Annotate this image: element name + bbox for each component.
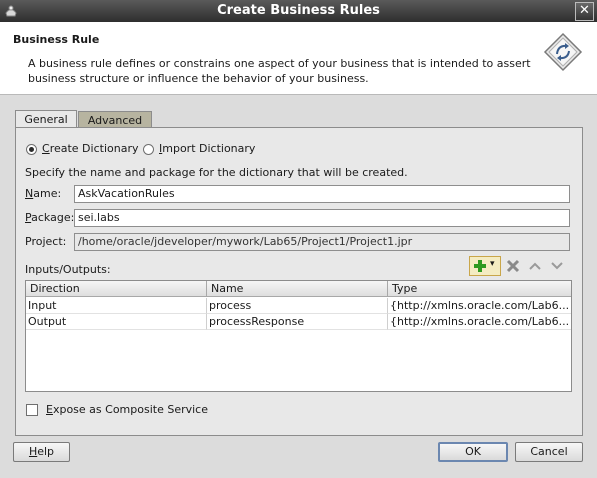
add-button[interactable]: ▾	[469, 256, 501, 276]
dialog-header: Business Rule A business rule defines or…	[0, 22, 597, 95]
table-cell-name[interactable]: processResponse	[207, 314, 388, 330]
close-icon[interactable]: ✕	[575, 2, 594, 21]
inputs-outputs-label: Inputs/Outputs:	[25, 263, 111, 276]
help-button-text: elp	[37, 445, 55, 458]
expose-composite-text: xpose as Composite Service	[52, 403, 208, 416]
table-cell-direction[interactable]: Input	[26, 298, 207, 314]
title-bar: Create Business Rules ✕	[0, 0, 597, 22]
delete-icon[interactable]	[506, 259, 520, 273]
import-dictionary-label[interactable]: Import Dictionary	[159, 142, 255, 155]
business-rule-icon	[543, 32, 583, 72]
column-header-name[interactable]: Name	[207, 281, 388, 297]
import-dictionary-radio[interactable]	[143, 144, 154, 155]
tab-advanced[interactable]: Advanced	[78, 111, 152, 128]
table-cell-name[interactable]: process	[207, 298, 388, 314]
project-label: Project:	[25, 235, 67, 248]
name-label: Name:	[25, 187, 62, 200]
add-dropdown-icon: ▾	[490, 259, 495, 269]
create-dictionary-text: reate Dictionary	[49, 142, 139, 155]
help-button[interactable]: Help	[13, 442, 70, 462]
move-down-icon[interactable]	[550, 260, 564, 272]
cancel-button[interactable]: Cancel	[515, 442, 583, 462]
instructions-text: Specify the name and package for the dic…	[25, 166, 408, 179]
expose-composite-label[interactable]: Expose as Composite Service	[46, 403, 208, 416]
inputs-outputs-table[interactable]: Direction Name Type Input process {http:…	[25, 280, 572, 392]
column-header-type[interactable]: Type	[388, 281, 571, 297]
table-cell-direction[interactable]: Output	[26, 314, 207, 330]
package-label: Package:	[25, 211, 75, 224]
add-icon	[474, 260, 486, 272]
project-field: /home/oracle/jdeveloper/mywork/Lab65/Pro…	[74, 233, 570, 251]
column-header-direction[interactable]: Direction	[26, 281, 207, 297]
import-dictionary-text: mport Dictionary	[162, 142, 256, 155]
table-cell-type[interactable]: {http://xmlns.oracle.com/Lab6...	[388, 314, 571, 330]
window-title: Create Business Rules	[217, 3, 380, 18]
create-dictionary-label[interactable]: Create Dictionary	[42, 142, 138, 155]
expose-composite-checkbox[interactable]	[26, 404, 38, 416]
name-input[interactable]: AskVacationRules	[74, 185, 570, 203]
create-dictionary-radio[interactable]	[26, 144, 37, 155]
package-input[interactable]: sei.labs	[74, 209, 570, 227]
move-up-icon[interactable]	[528, 260, 542, 272]
ok-button[interactable]: OK	[438, 442, 508, 462]
header-description: A business rule defines or constrains on…	[28, 57, 531, 85]
table-cell-type[interactable]: {http://xmlns.oracle.com/Lab6...	[388, 298, 571, 314]
header-title: Business Rule	[13, 33, 100, 46]
